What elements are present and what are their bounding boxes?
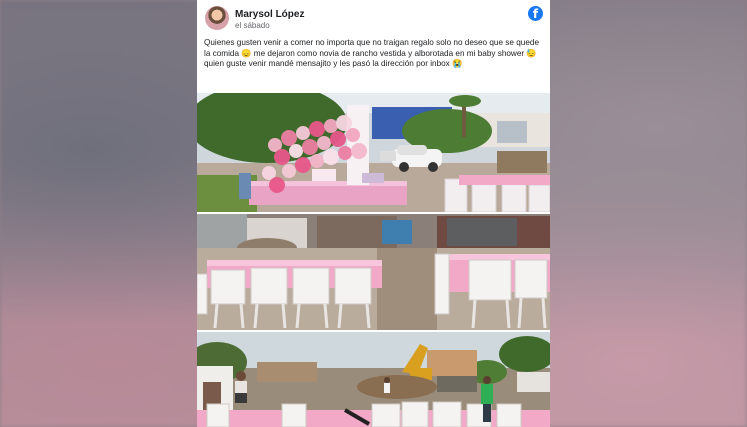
photo-empty-tables[interactable] bbox=[197, 214, 550, 330]
facebook-post-card: Marysol López el sábado f Quienes gusten… bbox=[197, 0, 550, 427]
photo-balloon-decor[interactable] bbox=[197, 93, 550, 212]
post-date[interactable]: el sábado bbox=[235, 21, 270, 30]
avatar[interactable] bbox=[205, 6, 229, 30]
author-name[interactable]: Marysol López bbox=[235, 9, 304, 20]
photo-party-guests[interactable] bbox=[197, 332, 550, 427]
post-header: Marysol López el sábado f bbox=[197, 0, 550, 36]
post-text: Quienes gusten venir a comer no importa … bbox=[204, 38, 539, 69]
facebook-icon: f bbox=[528, 6, 543, 21]
